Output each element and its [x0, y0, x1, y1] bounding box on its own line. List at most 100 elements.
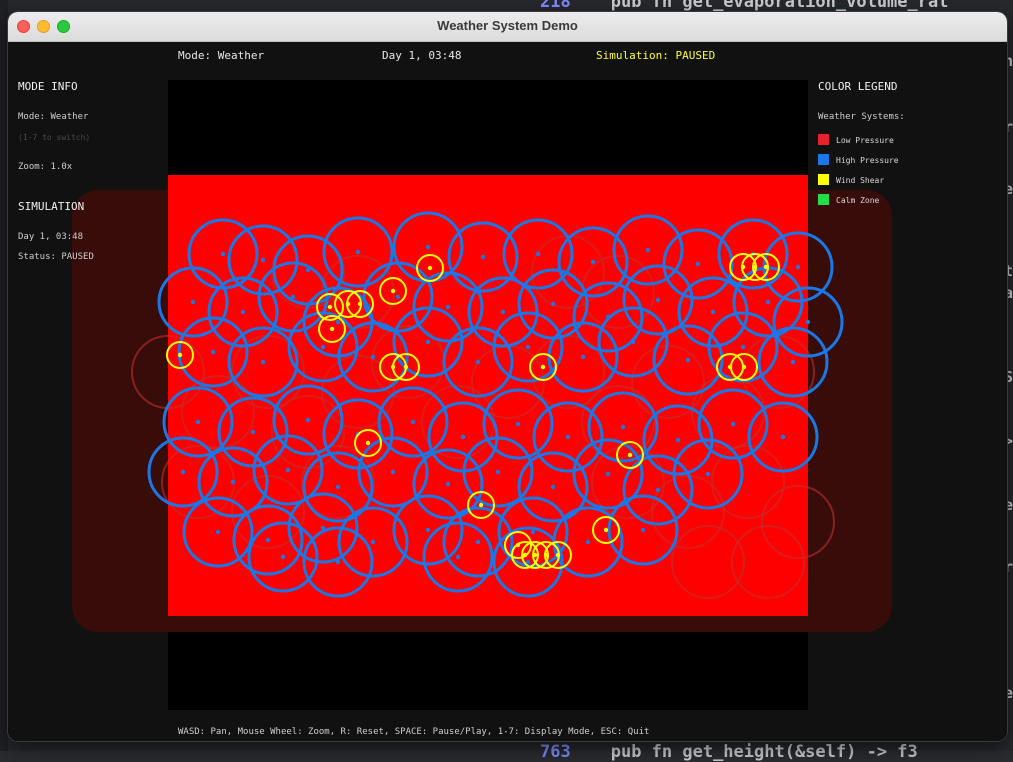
mode-info-mode: Mode: Weather — [18, 112, 89, 122]
high-pressure-center — [195, 419, 201, 425]
high-pressure-center — [215, 529, 221, 535]
high-pressure-center — [780, 434, 786, 440]
high-pressure-center — [765, 299, 771, 305]
high-pressure-center — [525, 344, 531, 350]
wind-shear-center — [327, 304, 333, 310]
wind-shear-center — [177, 352, 183, 358]
high-pressure-center — [230, 479, 236, 485]
simulation-heading: SIMULATION — [18, 200, 85, 213]
high-pressure-center — [335, 559, 341, 565]
high-pressure-center — [395, 294, 401, 300]
high-pressure-center — [210, 349, 216, 355]
mode-info-heading: MODE INFO — [18, 80, 78, 93]
high-pressure-center — [620, 424, 626, 430]
high-pressure-center — [370, 354, 376, 360]
editor-line: 218 pub fn get_evaporation_volume_rat — [540, 0, 948, 12]
high-pressure-center — [180, 469, 186, 475]
wind-shear-center — [603, 527, 609, 533]
high-pressure-center — [515, 421, 521, 427]
wind-shear-center — [403, 364, 409, 370]
high-pressure-center — [685, 357, 691, 363]
high-pressure-center — [290, 294, 296, 300]
high-pressure-center — [265, 537, 271, 543]
topbar-time: Day 1, 03:48 — [382, 49, 462, 62]
high-pressure-center — [795, 264, 801, 270]
high-pressure-center — [285, 467, 291, 473]
wind-shear-center — [365, 440, 371, 446]
high-pressure-center — [190, 299, 196, 305]
low-pressure-swatch — [818, 134, 829, 145]
high-pressure-center — [565, 434, 571, 440]
wind-shear-center — [522, 552, 528, 558]
high-pressure-center — [335, 484, 341, 490]
wind-shear-center — [540, 364, 546, 370]
high-pressure-center — [410, 419, 416, 425]
topbar-simulation-status: Simulation: PAUSED — [596, 49, 716, 62]
high-pressure-center — [475, 539, 481, 545]
high-pressure-center — [495, 469, 501, 475]
wind-shear-center — [329, 326, 335, 332]
high-pressure-center — [550, 301, 556, 307]
high-pressure-center — [455, 554, 461, 560]
high-pressure-center — [730, 421, 736, 427]
high-pressure-center — [590, 259, 596, 265]
app-window: Weather System Demo Mode: Weather Day 1,… — [8, 12, 1007, 741]
wind-shear-center — [555, 552, 561, 558]
editor-line: 763 pub fn get_height(&self) -> f3 — [540, 742, 918, 762]
line-number: 763 — [540, 742, 571, 762]
legend-heading: COLOR LEGEND — [818, 80, 898, 93]
legend-label: Calm Zone — [836, 196, 880, 205]
high-pressure-center — [355, 249, 361, 255]
wind-shear-center — [478, 502, 484, 508]
high-pressure-center — [675, 437, 681, 443]
high-pressure-swatch — [818, 154, 829, 165]
topbar-mode: Mode: Weather — [178, 49, 265, 62]
high-pressure-center — [695, 261, 701, 267]
high-pressure-center — [305, 417, 311, 423]
high-pressure-center — [260, 257, 266, 263]
high-pressure-center — [535, 251, 541, 257]
line-number: 218 — [540, 0, 571, 12]
high-pressure-center — [320, 344, 326, 350]
high-pressure-center — [640, 527, 646, 533]
high-pressure-center — [240, 309, 246, 315]
editor-gutter — [0, 0, 8, 751]
high-pressure-center — [280, 554, 286, 560]
wind-shear-center — [627, 452, 633, 458]
high-pressure-center — [445, 304, 451, 310]
high-pressure-center — [445, 481, 451, 487]
simulation-time: Day 1, 03:48 — [18, 232, 84, 242]
wind-shear-center — [763, 264, 769, 270]
simulation-view[interactable]: Mode: Weather Day 1, 03:48 Simulation: P… — [8, 42, 1007, 741]
legend-label: Wind Shear — [836, 176, 885, 185]
legend-subheading: Weather Systems: — [818, 112, 905, 122]
high-pressure-center — [475, 359, 481, 365]
high-pressure-center — [790, 359, 796, 365]
high-pressure-center — [630, 339, 636, 345]
high-pressure-center — [645, 247, 651, 253]
simulation-status: Status: PAUSED — [18, 252, 94, 262]
title-bar[interactable]: Weather System Demo — [8, 12, 1007, 42]
high-pressure-center — [335, 319, 341, 325]
high-pressure-center — [710, 309, 716, 315]
controls-help-text: WASD: Pan, Mouse Wheel: Zoom, R: Reset, … — [178, 727, 650, 737]
legend-label: Low Pressure — [836, 136, 894, 145]
code-text: pub fn get_height(&self) -> f3 — [610, 742, 918, 762]
high-pressure-center — [550, 484, 556, 490]
wind-shear-center — [357, 301, 363, 307]
high-pressure-center — [480, 254, 486, 260]
calm-zone-swatch — [818, 194, 829, 205]
high-pressure-center — [655, 297, 661, 303]
high-pressure-center — [425, 339, 431, 345]
high-pressure-center — [705, 471, 711, 477]
high-pressure-center — [580, 354, 586, 360]
high-pressure-center — [260, 359, 266, 365]
high-pressure-center — [425, 527, 431, 533]
mode-switch-hint: (1-7 to switch) — [18, 133, 91, 142]
code-text: pub fn get_evaporation_volume_rat — [610, 0, 949, 12]
high-pressure-center — [220, 251, 226, 257]
legend-label: High Pressure — [836, 156, 899, 165]
wind-shear-swatch — [818, 174, 829, 185]
weather-map[interactable] — [8, 42, 1007, 741]
high-pressure-center — [390, 469, 396, 475]
